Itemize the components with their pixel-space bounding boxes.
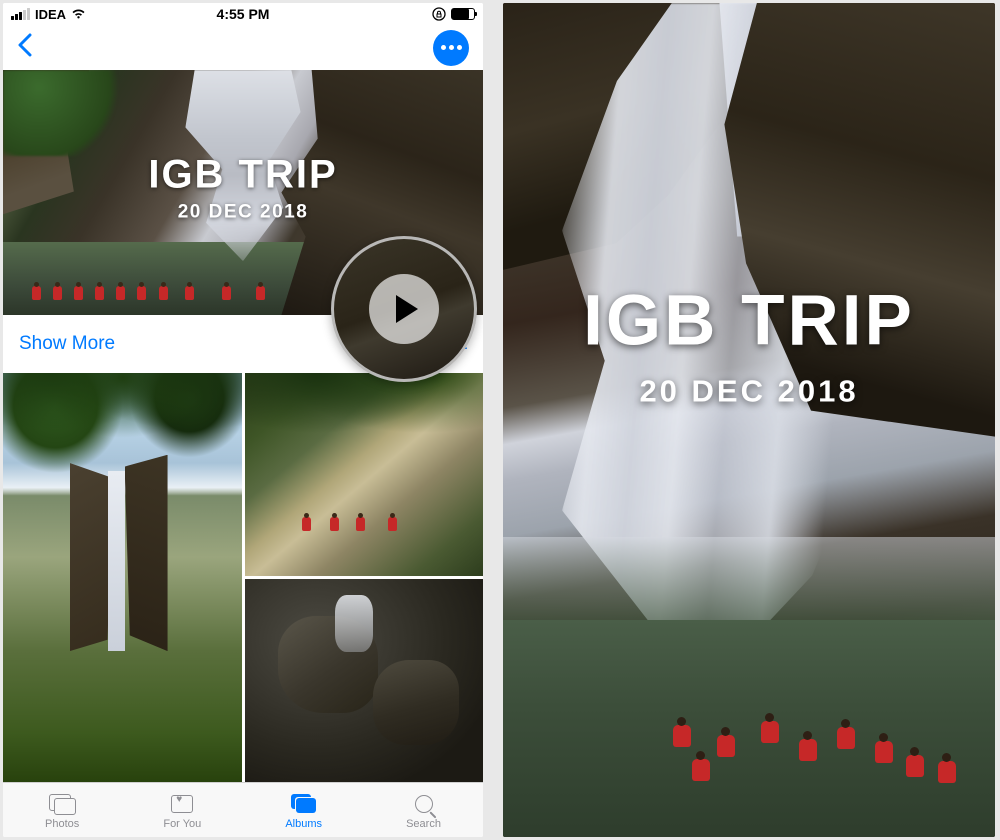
show-more-button[interactable]: Show More <box>19 333 115 355</box>
tab-label: Search <box>406 818 441 830</box>
photo-thumbnail[interactable] <box>3 373 242 782</box>
for-you-icon <box>171 795 193 813</box>
tab-for-you[interactable]: For You <box>163 792 201 830</box>
tab-bar: Photos For You Albums Search <box>3 782 483 837</box>
photo-thumbnail[interactable] <box>245 579 484 782</box>
people-in-water <box>32 284 296 300</box>
orientation-lock-icon <box>432 7 446 21</box>
tab-label: For You <box>163 818 201 830</box>
chevron-left-icon <box>17 33 33 57</box>
albums-icon <box>291 794 317 814</box>
wifi-icon <box>71 8 86 20</box>
battery-icon <box>451 8 475 20</box>
photos-icon <box>49 794 75 814</box>
clock: 4:55 PM <box>166 6 321 22</box>
memory-date: 20 DEC 2018 <box>3 201 483 223</box>
memory-title-large: IGB TRIP <box>503 280 995 361</box>
play-icon <box>369 274 439 344</box>
navigation-bar <box>3 25 483 70</box>
photo-thumbnail[interactable] <box>245 373 484 576</box>
status-right <box>320 7 475 21</box>
memory-date-large: 20 DEC 2018 <box>503 373 995 409</box>
ellipsis-icon <box>441 45 446 50</box>
photo-grid <box>3 373 483 782</box>
tab-photos[interactable]: Photos <box>45 792 79 830</box>
more-options-button[interactable] <box>433 30 469 66</box>
signal-icon <box>11 9 30 20</box>
status-left: IDEA <box>11 7 166 22</box>
play-memory-button-callout[interactable] <box>331 236 477 382</box>
tab-label: Albums <box>285 818 322 830</box>
status-bar: IDEA 4:55 PM <box>3 3 483 25</box>
carrier-label: IDEA <box>35 7 66 22</box>
memory-title-overlay: IGB TRIP 20 DEC 2018 <box>503 280 995 409</box>
back-button[interactable] <box>17 33 33 63</box>
photos-app-album-view: IDEA 4:55 PM <box>3 3 483 837</box>
memory-title-block: IGB TRIP 20 DEC 2018 <box>3 152 483 223</box>
tab-search[interactable]: Search <box>406 792 441 830</box>
tab-label: Photos <box>45 818 79 830</box>
memory-playback-fullscreen[interactable]: IGB TRIP 20 DEC 2018 <box>503 3 995 837</box>
tab-albums[interactable]: Albums <box>285 792 322 830</box>
memory-title: IGB TRIP <box>3 152 483 197</box>
search-icon <box>415 795 433 813</box>
swimmers <box>660 727 975 787</box>
